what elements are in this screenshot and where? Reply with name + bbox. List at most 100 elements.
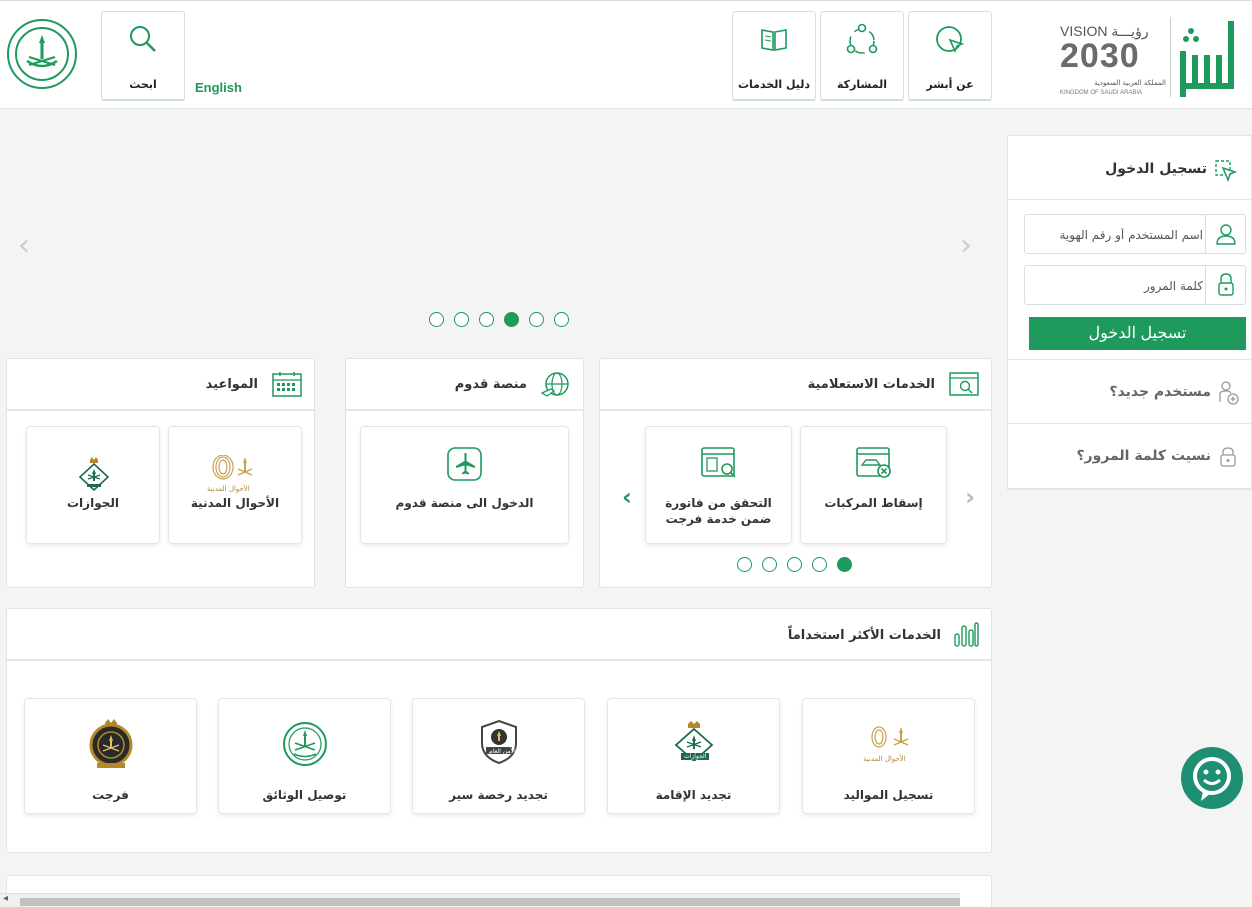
hero-slider — [0, 110, 1000, 340]
calendar-icon — [272, 372, 302, 397]
slider-dot[interactable] — [429, 312, 444, 327]
slider-dot[interactable] — [529, 312, 544, 327]
bar-chart-icon — [954, 622, 979, 647]
service-card-qudoom-login[interactable]: الدخول الى منصة قدوم — [360, 426, 569, 544]
card-label: تجديد رخصة سير — [449, 788, 548, 802]
nav-services-guide[interactable]: دليل الخدمات — [732, 11, 816, 101]
carousel-dot[interactable] — [762, 557, 777, 572]
cursor-select-icon — [1215, 160, 1237, 182]
scroll-left-arrow[interactable]: ◂ — [3, 893, 8, 904]
nav-label: المشاركة — [837, 78, 887, 91]
public-security-logo — [481, 719, 517, 765]
chat-assistant-button[interactable] — [1181, 747, 1243, 809]
slider-next-arrow[interactable]: › — [960, 228, 972, 263]
vision-line3: المملكة العربية السعودية — [1094, 79, 1166, 87]
carousel-dots — [737, 557, 852, 572]
chat-bot-icon — [1183, 749, 1241, 807]
lock-icon — [1205, 266, 1245, 304]
horizontal-scrollbar[interactable]: ◂ — [0, 893, 960, 907]
panel-header: الخدمات الأكثر استخداماً — [7, 609, 991, 661]
service-card-vehicle-license-renewal[interactable]: الأمن العام تجديد رخصة سير — [412, 698, 585, 814]
passports-logo — [78, 457, 110, 491]
service-card-birth-registration[interactable]: الأحوال المدنية تسجيل المواليد — [802, 698, 975, 814]
slider-dots — [429, 312, 569, 327]
carousel-next-arrow[interactable]: › — [965, 483, 975, 511]
vision-line4: KINGDOM OF SAUDI ARABIA — [1060, 90, 1143, 96]
civil-affairs-logo-text: الأحوال المدنية — [863, 755, 906, 763]
panel-title: منصة قدوم — [454, 377, 527, 392]
service-card-farajat[interactable]: فرجت — [24, 698, 197, 814]
document-search-icon — [701, 447, 736, 478]
card-label: الدخول الى منصة قدوم — [395, 496, 534, 510]
slider-dot-active[interactable] — [504, 312, 519, 327]
vision-line2: 2030 — [1060, 37, 1140, 75]
header-divider — [1170, 17, 1171, 97]
new-user-label: مستخدم جديد؟ — [1109, 384, 1211, 400]
card-label: تسجيل المواليد — [843, 788, 934, 802]
appointment-card-passports[interactable]: الجوازات — [26, 426, 160, 544]
panel-title: الخدمات الاستعلامية — [807, 377, 935, 392]
card-label: فرجت — [92, 788, 129, 802]
inquiry-services-panel: الخدمات الاستعلامية ‹ › إسقاط المركبات ا… — [599, 358, 992, 588]
slider-dot[interactable] — [554, 312, 569, 327]
login-button[interactable]: تسجيل الدخول — [1029, 317, 1246, 350]
card-label: الأحوال المدنية — [190, 496, 280, 510]
header: ابحث English دليل الخدمات المشاركة عن أب… — [0, 0, 1252, 109]
passports-logo-text: الجوازات — [681, 753, 710, 760]
slider-dot[interactable] — [454, 312, 469, 327]
carousel-prev-arrow[interactable]: ‹ — [622, 483, 632, 511]
login-title: تسجيل الدخول — [1105, 161, 1207, 177]
lock-question-icon — [1220, 447, 1236, 467]
search-window-icon — [949, 372, 979, 396]
search-icon — [130, 26, 156, 52]
slider-dot[interactable] — [479, 312, 494, 327]
add-user-icon — [1219, 381, 1239, 405]
civil-affairs-logo — [871, 726, 909, 748]
appointments-panel: المواعيد الأحوال المدنية الأحوال المدنية… — [6, 358, 315, 588]
cursor-circle-icon — [936, 26, 965, 54]
farajat-logo — [89, 719, 133, 768]
card-label: التحقق من فاتورة ضمن خدمة فرجت — [665, 496, 772, 526]
civil-affairs-logo-text: الأحوال المدنية — [207, 485, 250, 493]
vision-2030-logo: VISION رؤيـــة 2030 المملكة العربية السع… — [1060, 23, 1170, 103]
card-label: الجوازات — [67, 496, 119, 510]
appointment-card-civil-affairs[interactable]: الأحوال المدنية الأحوال المدنية — [168, 426, 302, 544]
user-icon — [1205, 215, 1245, 253]
nav-label: عن أبشر — [926, 78, 974, 91]
card-label: إسقاط المركبات — [824, 496, 923, 510]
panel-title: الخدمات الأكثر استخداماً — [787, 628, 941, 643]
ministry-emblem-icon — [283, 722, 327, 766]
password-field — [1024, 265, 1246, 305]
forgot-password-link[interactable]: نسيت كلمة المرور؟ — [1008, 424, 1251, 489]
absher-logo[interactable] — [1172, 13, 1242, 103]
service-card-vehicle-drop[interactable]: إسقاط المركبات — [800, 426, 947, 544]
username-input[interactable] — [1031, 224, 1203, 246]
carousel-dot[interactable] — [812, 557, 827, 572]
search-button[interactable]: ابحث — [101, 11, 185, 101]
globe-plane-icon — [541, 372, 569, 397]
nav-about-absher[interactable]: عن أبشر — [908, 11, 992, 101]
password-input[interactable] — [1031, 275, 1203, 297]
vehicle-cancel-icon — [856, 447, 891, 478]
ministry-emblem-logo[interactable] — [7, 19, 77, 89]
slider-prev-arrow[interactable]: ‹ — [18, 228, 30, 263]
panel-header: الخدمات الاستعلامية — [600, 359, 991, 411]
airplane-icon — [447, 447, 482, 481]
service-card-farajat-invoice[interactable]: التحقق من فاتورة ضمن خدمة فرجت — [645, 426, 792, 544]
carousel-dot[interactable] — [737, 557, 752, 572]
public-security-logo-text: الأمن العام — [489, 748, 516, 755]
login-header: تسجيل الدخول — [1008, 136, 1251, 200]
panel-title: المواعيد — [205, 377, 258, 392]
service-card-document-delivery[interactable]: توصيل الوثائق — [218, 698, 391, 814]
nav-participation[interactable]: المشاركة — [820, 11, 904, 101]
login-panel: تسجيل الدخول اسم المستخدم أو رقم الهوية … — [1007, 135, 1252, 490]
book-icon — [761, 29, 787, 51]
carousel-dot-active[interactable] — [837, 557, 852, 572]
english-language-link[interactable]: English — [195, 80, 242, 95]
scrollbar-thumb[interactable] — [20, 898, 960, 906]
service-card-iqama-renewal[interactable]: الجوازات تجديد الإقامة — [607, 698, 780, 814]
card-label: تجديد الإقامة — [655, 788, 732, 802]
carousel-dot[interactable] — [787, 557, 802, 572]
new-user-link[interactable]: مستخدم جديد؟ — [1008, 360, 1251, 424]
nav-label: دليل الخدمات — [737, 78, 811, 91]
